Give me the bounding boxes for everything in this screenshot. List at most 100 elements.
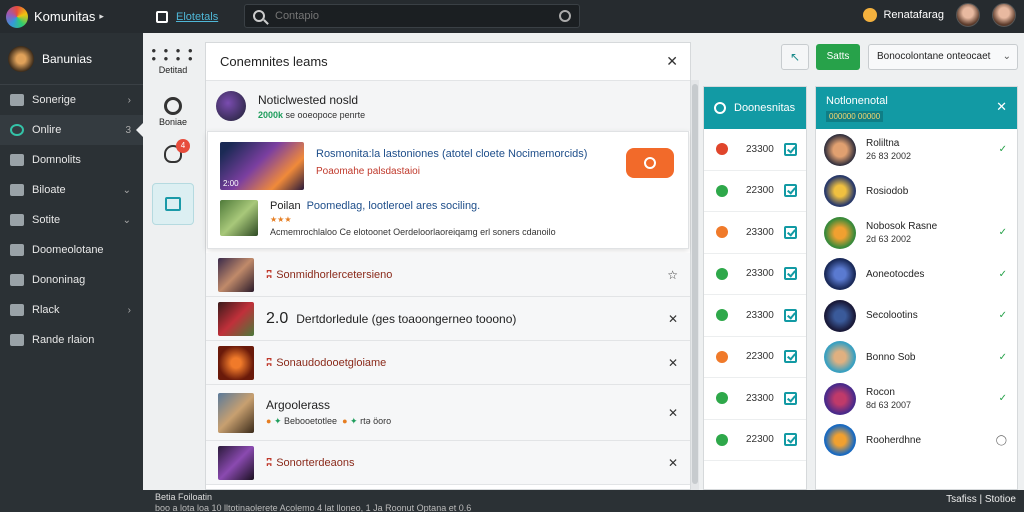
avatar-secondary[interactable] xyxy=(992,3,1016,27)
notification-row[interactable]: Bonno Sob ✓ xyxy=(816,337,1017,379)
checkbox[interactable] xyxy=(784,391,797,405)
bell-icon[interactable]: 4 xyxy=(164,139,190,163)
search-input[interactable] xyxy=(275,10,559,22)
item-description: Acmemrochlaloo Ce elotoonet Oerdeloorlao… xyxy=(270,227,556,237)
status-line-1: Betia Foiloatin xyxy=(155,492,213,502)
chevron-down-icon: ⌄ xyxy=(122,184,131,196)
status-dot-icon xyxy=(716,226,728,239)
main-panel: Conemnites leams ✕ Noticlwested nosld 20… xyxy=(205,42,691,490)
list-item[interactable]: 2.0 Dertdorledule (ges toaoongerneo tooon… xyxy=(206,297,690,341)
sidebar-item-onlire[interactable]: Onlire 3 xyxy=(0,115,143,145)
download-row[interactable]: 23300 xyxy=(704,378,806,420)
featured-image: 2:00 xyxy=(220,142,304,190)
close-icon[interactable]: ✕ xyxy=(668,456,678,470)
check-icon: ✓ xyxy=(998,144,1007,156)
checkbox[interactable] xyxy=(784,267,797,281)
featured-item[interactable]: 2:00 Rosmonita:la lastoniones (atotel cl… xyxy=(208,132,688,194)
downloads-panel: Doonesnitas 23300 22300 23300 23300 2330… xyxy=(703,86,807,490)
notification-date: 8d 63 2007 xyxy=(866,400,912,411)
close-icon[interactable]: ✕ xyxy=(668,356,678,370)
download-row[interactable]: 23300 xyxy=(704,129,806,171)
sidebar-icon xyxy=(10,184,24,196)
scrollbar-thumb[interactable] xyxy=(692,84,698,484)
sidebar-item-rande[interactable]: Rande rlaion xyxy=(0,325,143,355)
notification-row[interactable]: Aoneotocdes ✓ xyxy=(816,254,1017,296)
scrollbar[interactable] xyxy=(691,80,699,490)
close-icon[interactable]: ✕ xyxy=(668,312,678,326)
list-item[interactable]: Argoolerass ● ✦ Bebooetotlee ● ✦ rtə öor… xyxy=(206,385,690,441)
list-item[interactable]: ʭ Sonmidhorlercetersieno ☆ xyxy=(206,253,690,297)
notifications-title: Notlonenotal xyxy=(826,95,888,107)
notification-row[interactable]: Roliltna 26 83 2002 ✓ xyxy=(816,129,1017,171)
sidebar-item-sotite[interactable]: Sotite ⌄ xyxy=(0,205,143,235)
gallery-button[interactable] xyxy=(152,183,194,225)
save-button[interactable]: Satts xyxy=(816,44,860,70)
sidebar-icon xyxy=(10,94,24,106)
play-button[interactable] xyxy=(626,148,674,178)
download-row[interactable]: 22300 xyxy=(704,337,806,378)
featured-title[interactable]: Rosmonita:la lastoniones (atotel cloete … xyxy=(316,148,587,160)
close-icon[interactable]: ✕ xyxy=(666,53,678,70)
user-name: Renatafarag xyxy=(883,9,944,21)
list-thumb xyxy=(218,445,254,480)
checkbox[interactable] xyxy=(784,433,797,447)
sidebar-icon xyxy=(10,334,24,346)
sidebar-icon xyxy=(10,244,24,256)
search-bar[interactable] xyxy=(244,4,580,28)
star-icon[interactable]: ☆ xyxy=(667,268,678,282)
filter-select[interactable]: Bonocolontane onteocaet ⌄ xyxy=(868,44,1018,70)
download-row[interactable]: 23300 xyxy=(704,212,806,254)
notification-item[interactable]: Noticlwested nosld 2000k se ooeopoce pen… xyxy=(206,81,690,131)
brand[interactable]: Komunitas ▸ xyxy=(0,5,140,28)
list-item-title: Argoolerass xyxy=(266,398,331,412)
checkbox[interactable] xyxy=(784,225,797,239)
list-item[interactable]: ʭ Sonorterdeaons ✕ xyxy=(206,441,690,485)
list-version: 2.0 xyxy=(266,309,289,327)
grid-dots-icon[interactable]: • • • • • • • • xyxy=(151,44,194,65)
status-bar: Betia Foiloatin boo a lota loa 10 lltoti… xyxy=(0,490,1024,512)
back-button[interactable]: ↖ xyxy=(781,44,809,70)
notification-name: Roliltna xyxy=(866,138,900,150)
sidebar-item-domnolits[interactable]: Domnolits xyxy=(0,145,143,175)
rail-label: Detitad xyxy=(158,65,188,75)
notification-row[interactable]: Nobosok Rasne 2d 63 2002 ✓ xyxy=(816,212,1017,254)
sidebar-item-doomeolotane[interactable]: Doomeolotane xyxy=(0,235,143,265)
checkbox[interactable] xyxy=(784,308,797,322)
chevron-right-icon: › xyxy=(127,304,131,316)
close-icon[interactable]: ✕ xyxy=(668,406,678,420)
list-thumb xyxy=(218,392,254,433)
checkbox[interactable] xyxy=(784,350,797,364)
downloads-header: Doonesnitas xyxy=(704,87,806,129)
close-icon[interactable]: ✕ xyxy=(996,99,1007,115)
avatar[interactable] xyxy=(956,3,980,27)
avatar xyxy=(824,216,856,249)
item-link[interactable]: Poomedlag, lootleroel ares sociling. xyxy=(307,200,481,212)
sidebar-item-sonerige[interactable]: Sonerige › xyxy=(0,85,143,115)
notification-row[interactable]: Rosiodob xyxy=(816,171,1017,213)
gear-icon[interactable] xyxy=(164,97,182,115)
notification-row[interactable]: Secolootins ✓ xyxy=(816,295,1017,337)
download-row[interactable]: 23300 xyxy=(704,295,806,337)
status-right[interactable]: Tsafiss | Stotioe xyxy=(946,494,1016,505)
checkbox[interactable] xyxy=(784,142,797,156)
checkbox[interactable] xyxy=(784,184,797,198)
top-tab-label: Elotetals xyxy=(176,10,219,23)
download-row[interactable]: 22300 xyxy=(704,420,806,461)
list-item[interactable]: ʭ Sonaudodooetgloiame ✕ xyxy=(206,341,690,385)
sidebar-item-label: Dononinag xyxy=(32,274,86,286)
sidebar-item-biloate[interactable]: Biloate ⌄ xyxy=(0,175,143,205)
rating-stars: ★★★ xyxy=(270,215,292,224)
notification-row[interactable]: Rocon 8d 63 2007 ✓ xyxy=(816,378,1017,420)
sidebar-item-dononinag[interactable]: Dononinag xyxy=(0,265,143,295)
sidebar-profile[interactable]: Banunias xyxy=(0,33,143,85)
notification-sub: 2000k se ooeopoce penrte xyxy=(258,110,365,120)
user-menu[interactable]: Renatafarag xyxy=(863,3,1016,27)
download-row[interactable]: 23300 xyxy=(704,254,806,295)
download-row[interactable]: 22300 xyxy=(704,171,806,212)
chevron-down-icon: ⌄ xyxy=(1002,51,1011,62)
top-tab[interactable]: Elotetals xyxy=(156,10,219,23)
search-submit-icon[interactable] xyxy=(559,10,571,22)
notification-row[interactable]: Rooherdhne ◯ xyxy=(816,420,1017,462)
sidebar-item-rlack[interactable]: Rlack › xyxy=(0,295,143,325)
featured-item-2[interactable]: Poilan Poomedlag, lootleroel ares socilin… xyxy=(208,194,688,238)
